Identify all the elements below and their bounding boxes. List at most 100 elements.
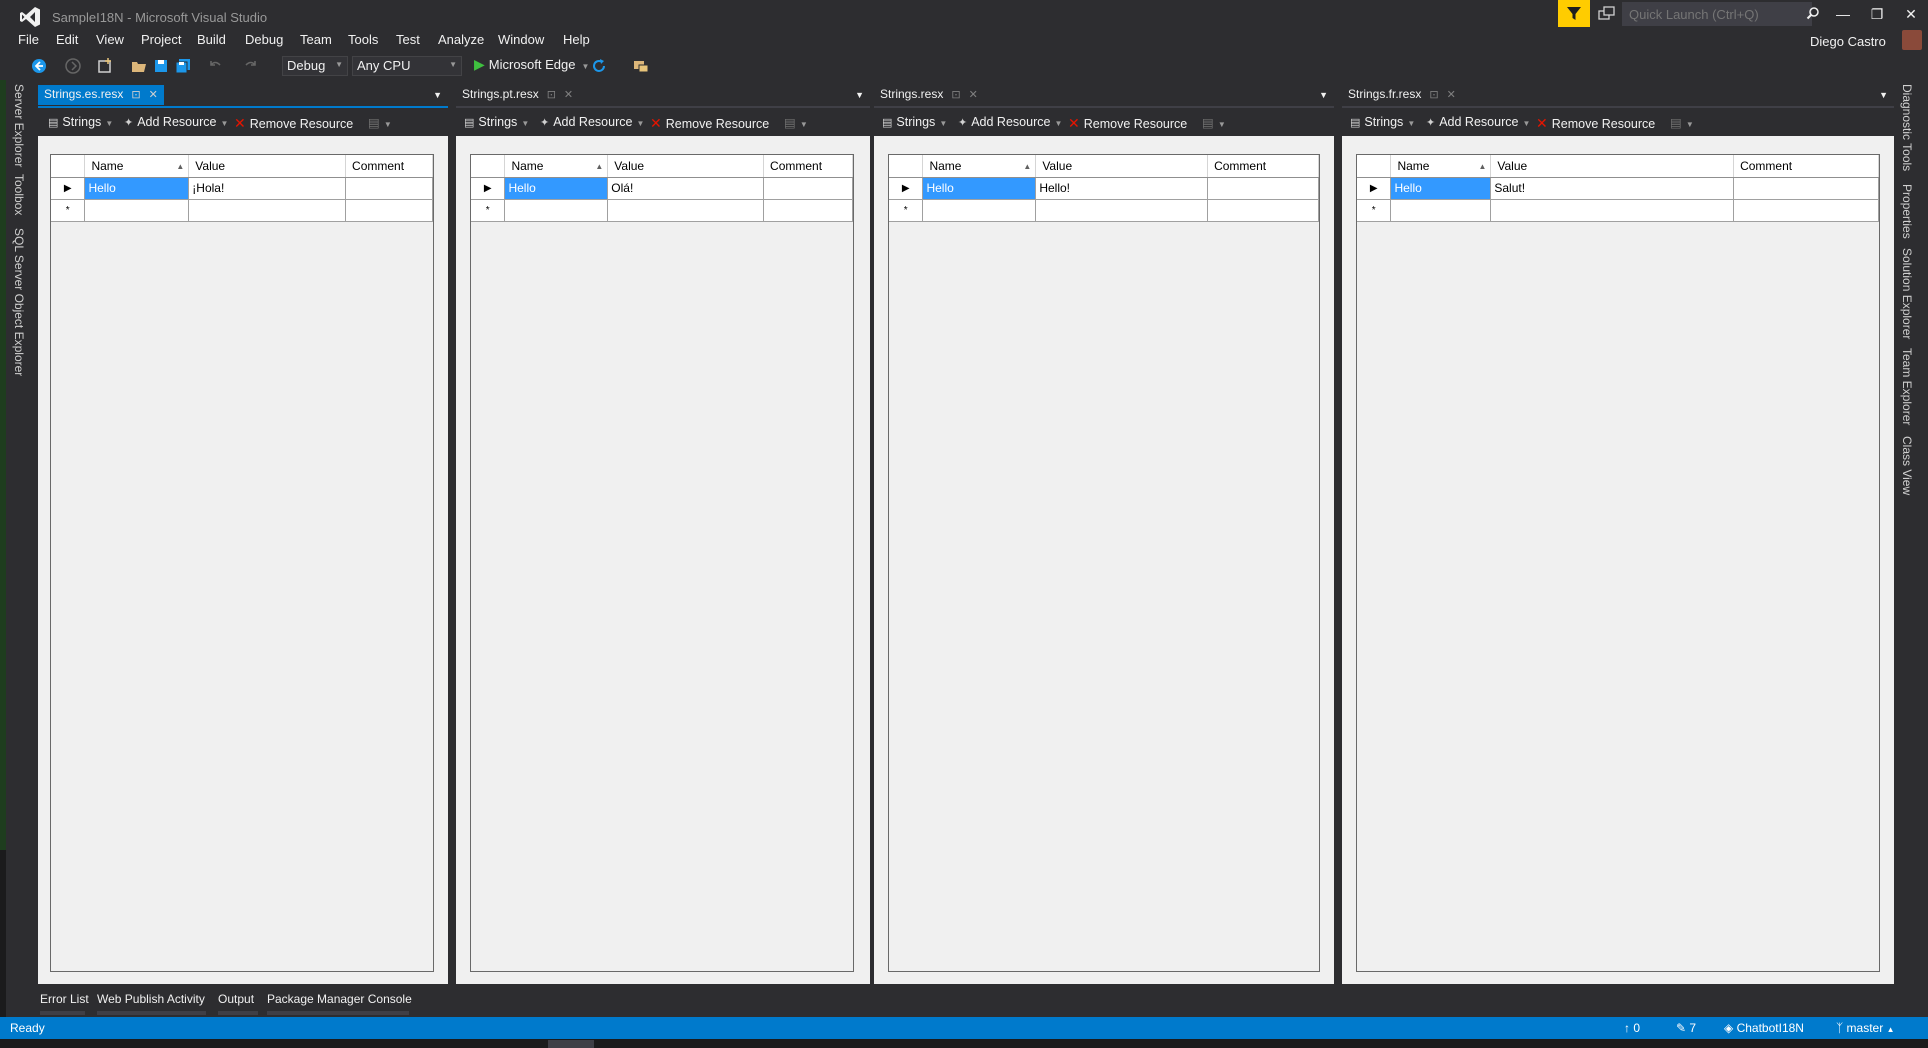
table-row[interactable]: ▶ Hello ¡Hola! [51,177,433,200]
menu-view[interactable]: View [96,32,124,47]
current-row-indicator-icon[interactable]: ▶ [889,177,924,200]
close-icon[interactable]: ✕ [564,89,573,101]
cell-comment[interactable] [763,177,853,200]
minimize-button[interactable]: — [1826,0,1860,28]
resource-type-dropdown[interactable]: ▤ Strings ▼ [882,115,947,129]
solution-configuration-dropdown[interactable]: Debug ▼ [282,56,348,76]
tab-strings-fr-resx[interactable]: Strings.fr.resx ⊡ ✕ [1342,85,1462,105]
cell-value[interactable] [1035,199,1209,222]
cell-comment[interactable] [763,199,853,222]
add-resource-button[interactable]: ✦ Add Resource ▼ [540,115,644,129]
cell-value[interactable] [188,199,347,222]
avatar[interactable] [1902,30,1922,50]
close-window-button[interactable]: ✕ [1894,0,1928,28]
views-dropdown[interactable]: ▤ ▼ [1670,115,1694,130]
pending-changes[interactable]: ✎ 7 [1676,1021,1696,1035]
tab-overflow-icon[interactable]: ▼ [1319,90,1328,100]
cell-name[interactable] [922,199,1037,222]
tab-strings-pt-resx[interactable]: Strings.pt.resx ⊡ ✕ [456,85,579,105]
new-row[interactable]: * [1357,199,1879,222]
tab-overflow-icon[interactable]: ▼ [1879,90,1888,100]
cell-name[interactable] [84,199,190,222]
close-icon[interactable]: ✕ [149,89,158,101]
remove-resource-button[interactable]: ✕ Remove Resource [650,115,769,132]
tab-strings-es-resx[interactable]: Strings.es.resx ⊡ ✕ [38,85,164,105]
resource-type-dropdown[interactable]: ▤ Strings ▼ [1350,115,1415,129]
navigate-forward-icon[interactable] [64,57,82,75]
column-header-value[interactable]: Value [1490,155,1735,178]
menu-edit[interactable]: Edit [56,32,78,47]
solution-explorer-tab[interactable]: Solution Explorer [1900,248,1914,339]
views-dropdown[interactable]: ▤ ▼ [1202,115,1226,130]
cell-comment[interactable] [1733,199,1879,222]
menu-debug[interactable]: Debug [245,32,283,47]
close-icon[interactable]: ✕ [969,89,978,101]
save-icon[interactable] [152,57,170,75]
new-row[interactable]: * [471,199,853,222]
cell-name[interactable]: Hello [504,177,609,200]
menu-test[interactable]: Test [396,32,420,47]
cell-comment[interactable] [345,177,433,200]
refresh-icon[interactable] [590,57,608,75]
add-resource-button[interactable]: ✦ Add Resource ▼ [958,115,1062,129]
table-row[interactable]: ▶ Hello Hello! [889,177,1319,200]
tab-output[interactable]: Output [218,992,254,1006]
column-header-name[interactable]: Name ▲ [1390,155,1492,178]
tab-package-manager-console[interactable]: Package Manager Console [267,992,412,1006]
class-view-tab[interactable]: Class View [1900,436,1914,495]
solution-platform-dropdown[interactable]: Any CPU ▼ [352,56,462,76]
cell-name[interactable] [504,199,609,222]
table-row[interactable]: ▶ Hello Olá! [471,177,853,200]
cell-comment[interactable] [345,199,433,222]
menu-file[interactable]: File [18,32,39,47]
sql-server-object-explorer-tab[interactable]: SQL Server Object Explorer [12,228,26,376]
tab-web-publish-activity[interactable]: Web Publish Activity [97,992,205,1006]
views-dropdown[interactable]: ▤ ▼ [368,115,392,130]
column-header-comment[interactable]: Comment [1207,155,1319,178]
column-header-value[interactable]: Value [1035,155,1209,178]
pin-icon[interactable]: ⊡ [951,89,960,101]
close-icon[interactable]: ✕ [1447,89,1456,101]
pin-icon[interactable]: ⊡ [547,89,556,101]
add-resource-button[interactable]: ✦ Add Resource ▼ [124,115,228,129]
cell-value[interactable] [1490,199,1735,222]
repository-selector[interactable]: ◈ ChatbotI18N [1724,1021,1804,1035]
branch-selector[interactable]: ᛉ master ▲ [1836,1021,1895,1035]
tab-error-list[interactable]: Error List [40,992,89,1006]
restore-button[interactable]: ❐ [1860,0,1894,28]
feedback-filter-button[interactable] [1558,0,1590,27]
cell-name[interactable]: Hello [1390,177,1492,200]
remove-resource-button[interactable]: ✕ Remove Resource [1068,115,1187,132]
menu-tools[interactable]: Tools [348,32,378,47]
add-resource-button[interactable]: ✦ Add Resource ▼ [1426,115,1530,129]
current-row-indicator-icon[interactable]: ▶ [1357,177,1392,200]
diagnostic-tools-tab[interactable]: Diagnostic Tools [1900,84,1914,171]
navigate-back-icon[interactable] [30,57,48,75]
table-row[interactable]: ▶ Hello Salut! [1357,177,1879,200]
server-explorer-tab[interactable]: Server Explorer [12,84,26,167]
quick-launch-input[interactable] [1622,2,1812,26]
menu-analyze[interactable]: Analyze [438,32,484,47]
column-header-name[interactable]: Name ▲ [922,155,1037,178]
column-header-name[interactable]: Name ▲ [84,155,190,178]
browser-link-icon[interactable] [632,57,650,75]
toolbox-tab[interactable]: Toolbox [12,174,26,215]
undo-icon[interactable] [206,57,224,75]
new-row[interactable]: * [51,199,433,222]
column-header-comment[interactable]: Comment [1733,155,1879,178]
cell-value[interactable] [607,199,765,222]
cell-value[interactable]: Salut! [1490,177,1735,200]
cell-name[interactable]: Hello [84,177,190,200]
views-dropdown[interactable]: ▤ ▼ [784,115,808,130]
remove-resource-button[interactable]: ✕ Remove Resource [1536,115,1655,132]
column-header-value[interactable]: Value [607,155,765,178]
column-header-comment[interactable]: Comment [345,155,433,178]
pin-icon[interactable]: ⊡ [131,89,140,101]
new-row[interactable]: * [889,199,1319,222]
current-row-indicator-icon[interactable]: ▶ [471,177,506,200]
cell-value[interactable]: ¡Hola! [188,177,347,200]
tab-strings-resx[interactable]: Strings.resx ⊡ ✕ [874,85,984,105]
column-header-value[interactable]: Value [188,155,347,178]
tab-overflow-icon[interactable]: ▼ [433,90,442,100]
current-row-indicator-icon[interactable]: ▶ [51,177,86,200]
